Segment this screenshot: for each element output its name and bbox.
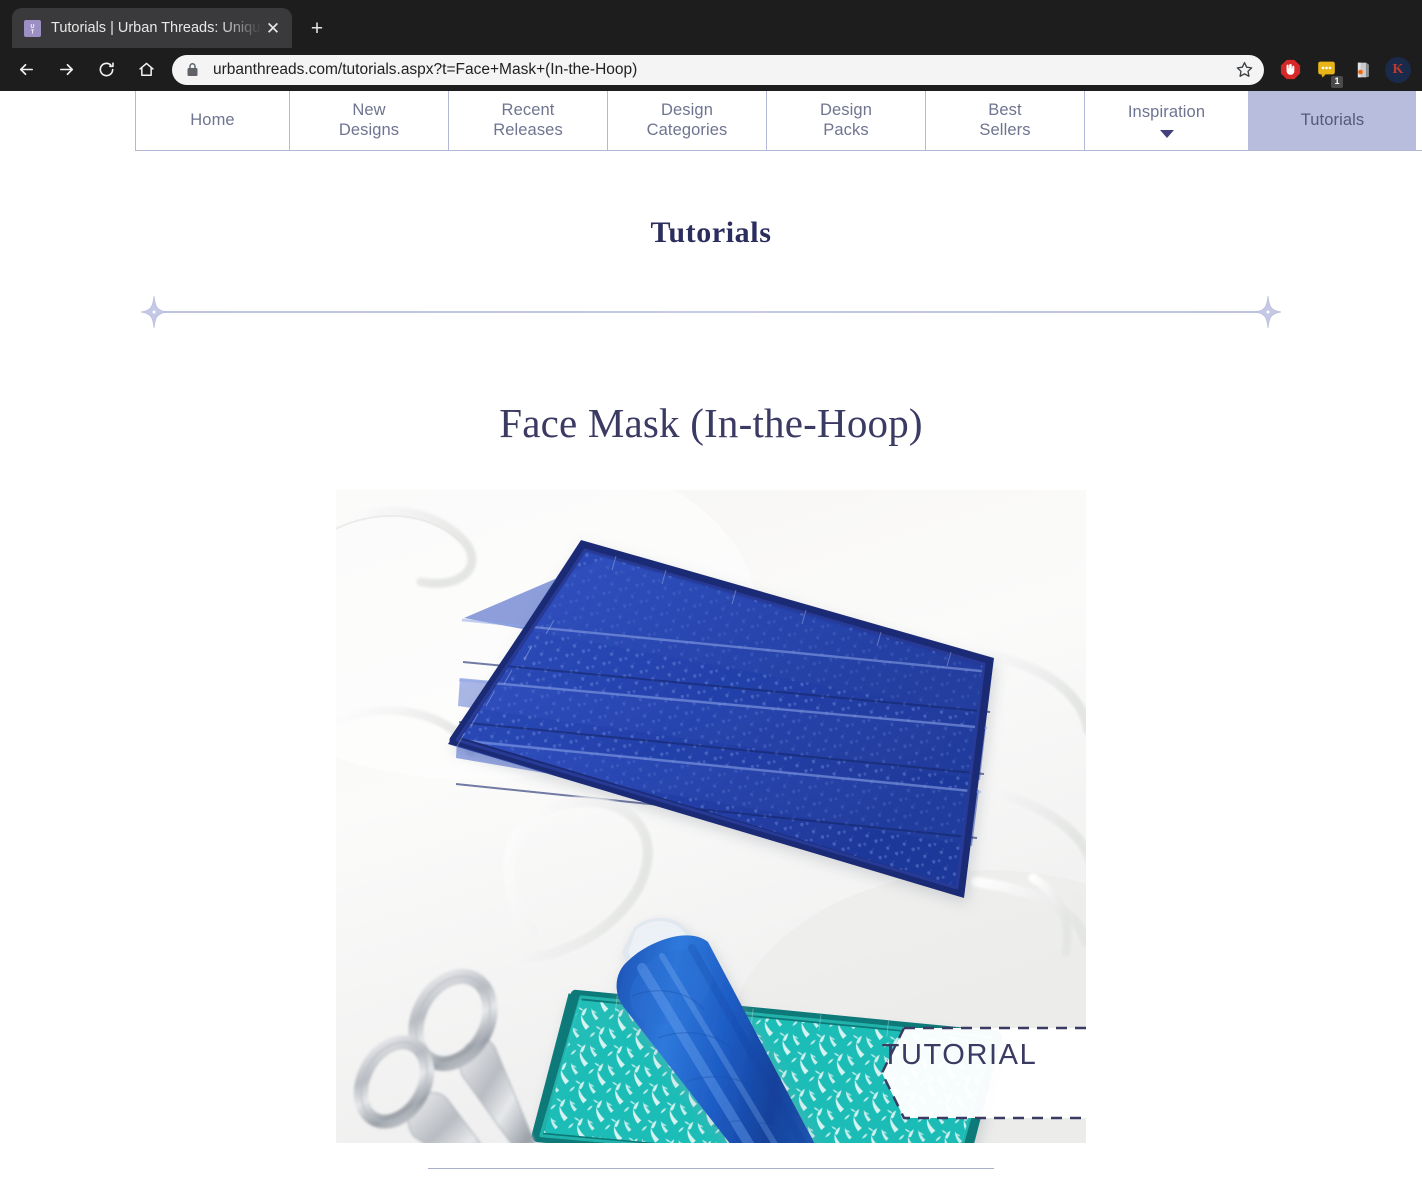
bookmark-star-icon[interactable] [1230,56,1258,84]
extension-strip: 1 K [1272,55,1416,88]
nav-label-line1: Best [988,101,1022,120]
nav-item-recent-releases[interactable]: Recent Releases [448,91,607,150]
nav-label-line2: Categories [646,120,728,139]
nav-item-home[interactable]: Home [135,91,289,150]
back-icon[interactable] [9,53,43,87]
browser-tab[interactable]: U T Tutorials | Urban Threads: Unique ✕ [12,8,292,48]
nav-item-inspiration[interactable]: Inspiration [1084,91,1248,150]
nav-label-line1: Design [820,101,872,120]
tutorial-badge-label: TUTORIAL [881,1038,1038,1071]
nav-item-design-packs[interactable]: Design Packs [766,91,925,150]
nav-item-best-sellers[interactable]: Best Sellers [925,91,1084,150]
nav-label-line1: Recent [501,101,555,120]
profile-avatar[interactable]: K [1383,55,1413,85]
nav-label-line1: Design [661,101,713,120]
nav-label-line1: New [352,101,386,120]
svg-text:T: T [31,29,35,35]
decorative-divider [140,295,1282,329]
home-icon[interactable] [129,53,163,87]
nav-label: Tutorials [1300,110,1365,129]
tutorial-heading: Face Mask (In-the-Hoop) [499,400,923,446]
nav-item-new-designs[interactable]: New Designs [289,91,448,150]
forward-icon[interactable] [49,53,83,87]
nav-item-design-categories[interactable]: Design Categories [607,91,766,150]
nav-label: Inspiration [1127,103,1206,122]
avatar-initial: K [1385,56,1411,83]
nav-label-line2: Packs [823,120,869,139]
nav-label-line2: Sellers [979,120,1031,139]
chat-unread-badge: 1 [1331,75,1343,88]
page-title: Tutorials [650,216,772,249]
star-ornament-left-icon [140,295,168,334]
chevron-down-icon [1159,129,1174,138]
page-content: Tutorials Face Mask (In-the-Hoop) TUTORI… [0,216,1422,1169]
page-viewport: Home New Designs Recent Releases Design … [0,91,1422,1195]
divider-line [154,311,1268,313]
new-tab-button[interactable]: + [300,11,334,45]
close-icon[interactable]: ✕ [262,17,284,39]
footer-divider [428,1168,994,1169]
nav-label-line2: Releases [493,120,563,139]
nav-label: Home [190,110,235,129]
site-navigation: Home New Designs Recent Releases Design … [135,91,1422,151]
chat-bubble-icon[interactable]: 1 [1311,55,1343,88]
tutorial-badge: TUTORIAL [833,1026,1086,1084]
tutorial-image-wrapper: TUTORIAL [0,490,1422,1143]
pocket-book-icon[interactable] [1347,55,1377,85]
urban-threads-favicon: U T [24,19,41,37]
star-ornament-right-icon [1254,295,1282,334]
nav-label-line2: Designs [338,120,400,139]
lock-icon [186,62,202,77]
browser-toolbar: urbanthreads.com/tutorials.aspx?t=Face+M… [0,48,1422,91]
tab-strip: U T Tutorials | Urban Threads: Unique ✕ … [0,0,1422,48]
tab-title: Tutorials | Urban Threads: Unique [51,20,262,36]
address-bar[interactable]: urbanthreads.com/tutorials.aspx?t=Face+M… [172,54,1264,85]
url-text: urbanthreads.com/tutorials.aspx?t=Face+M… [213,60,638,78]
tutorial-hero-image[interactable]: TUTORIAL [336,490,1086,1143]
browser-window: U T Tutorials | Urban Threads: Unique ✕ … [0,0,1422,1195]
ublock-origin-icon[interactable] [1275,55,1305,85]
nav-item-tutorials[interactable]: Tutorials [1248,91,1416,150]
reload-icon[interactable] [89,53,123,87]
